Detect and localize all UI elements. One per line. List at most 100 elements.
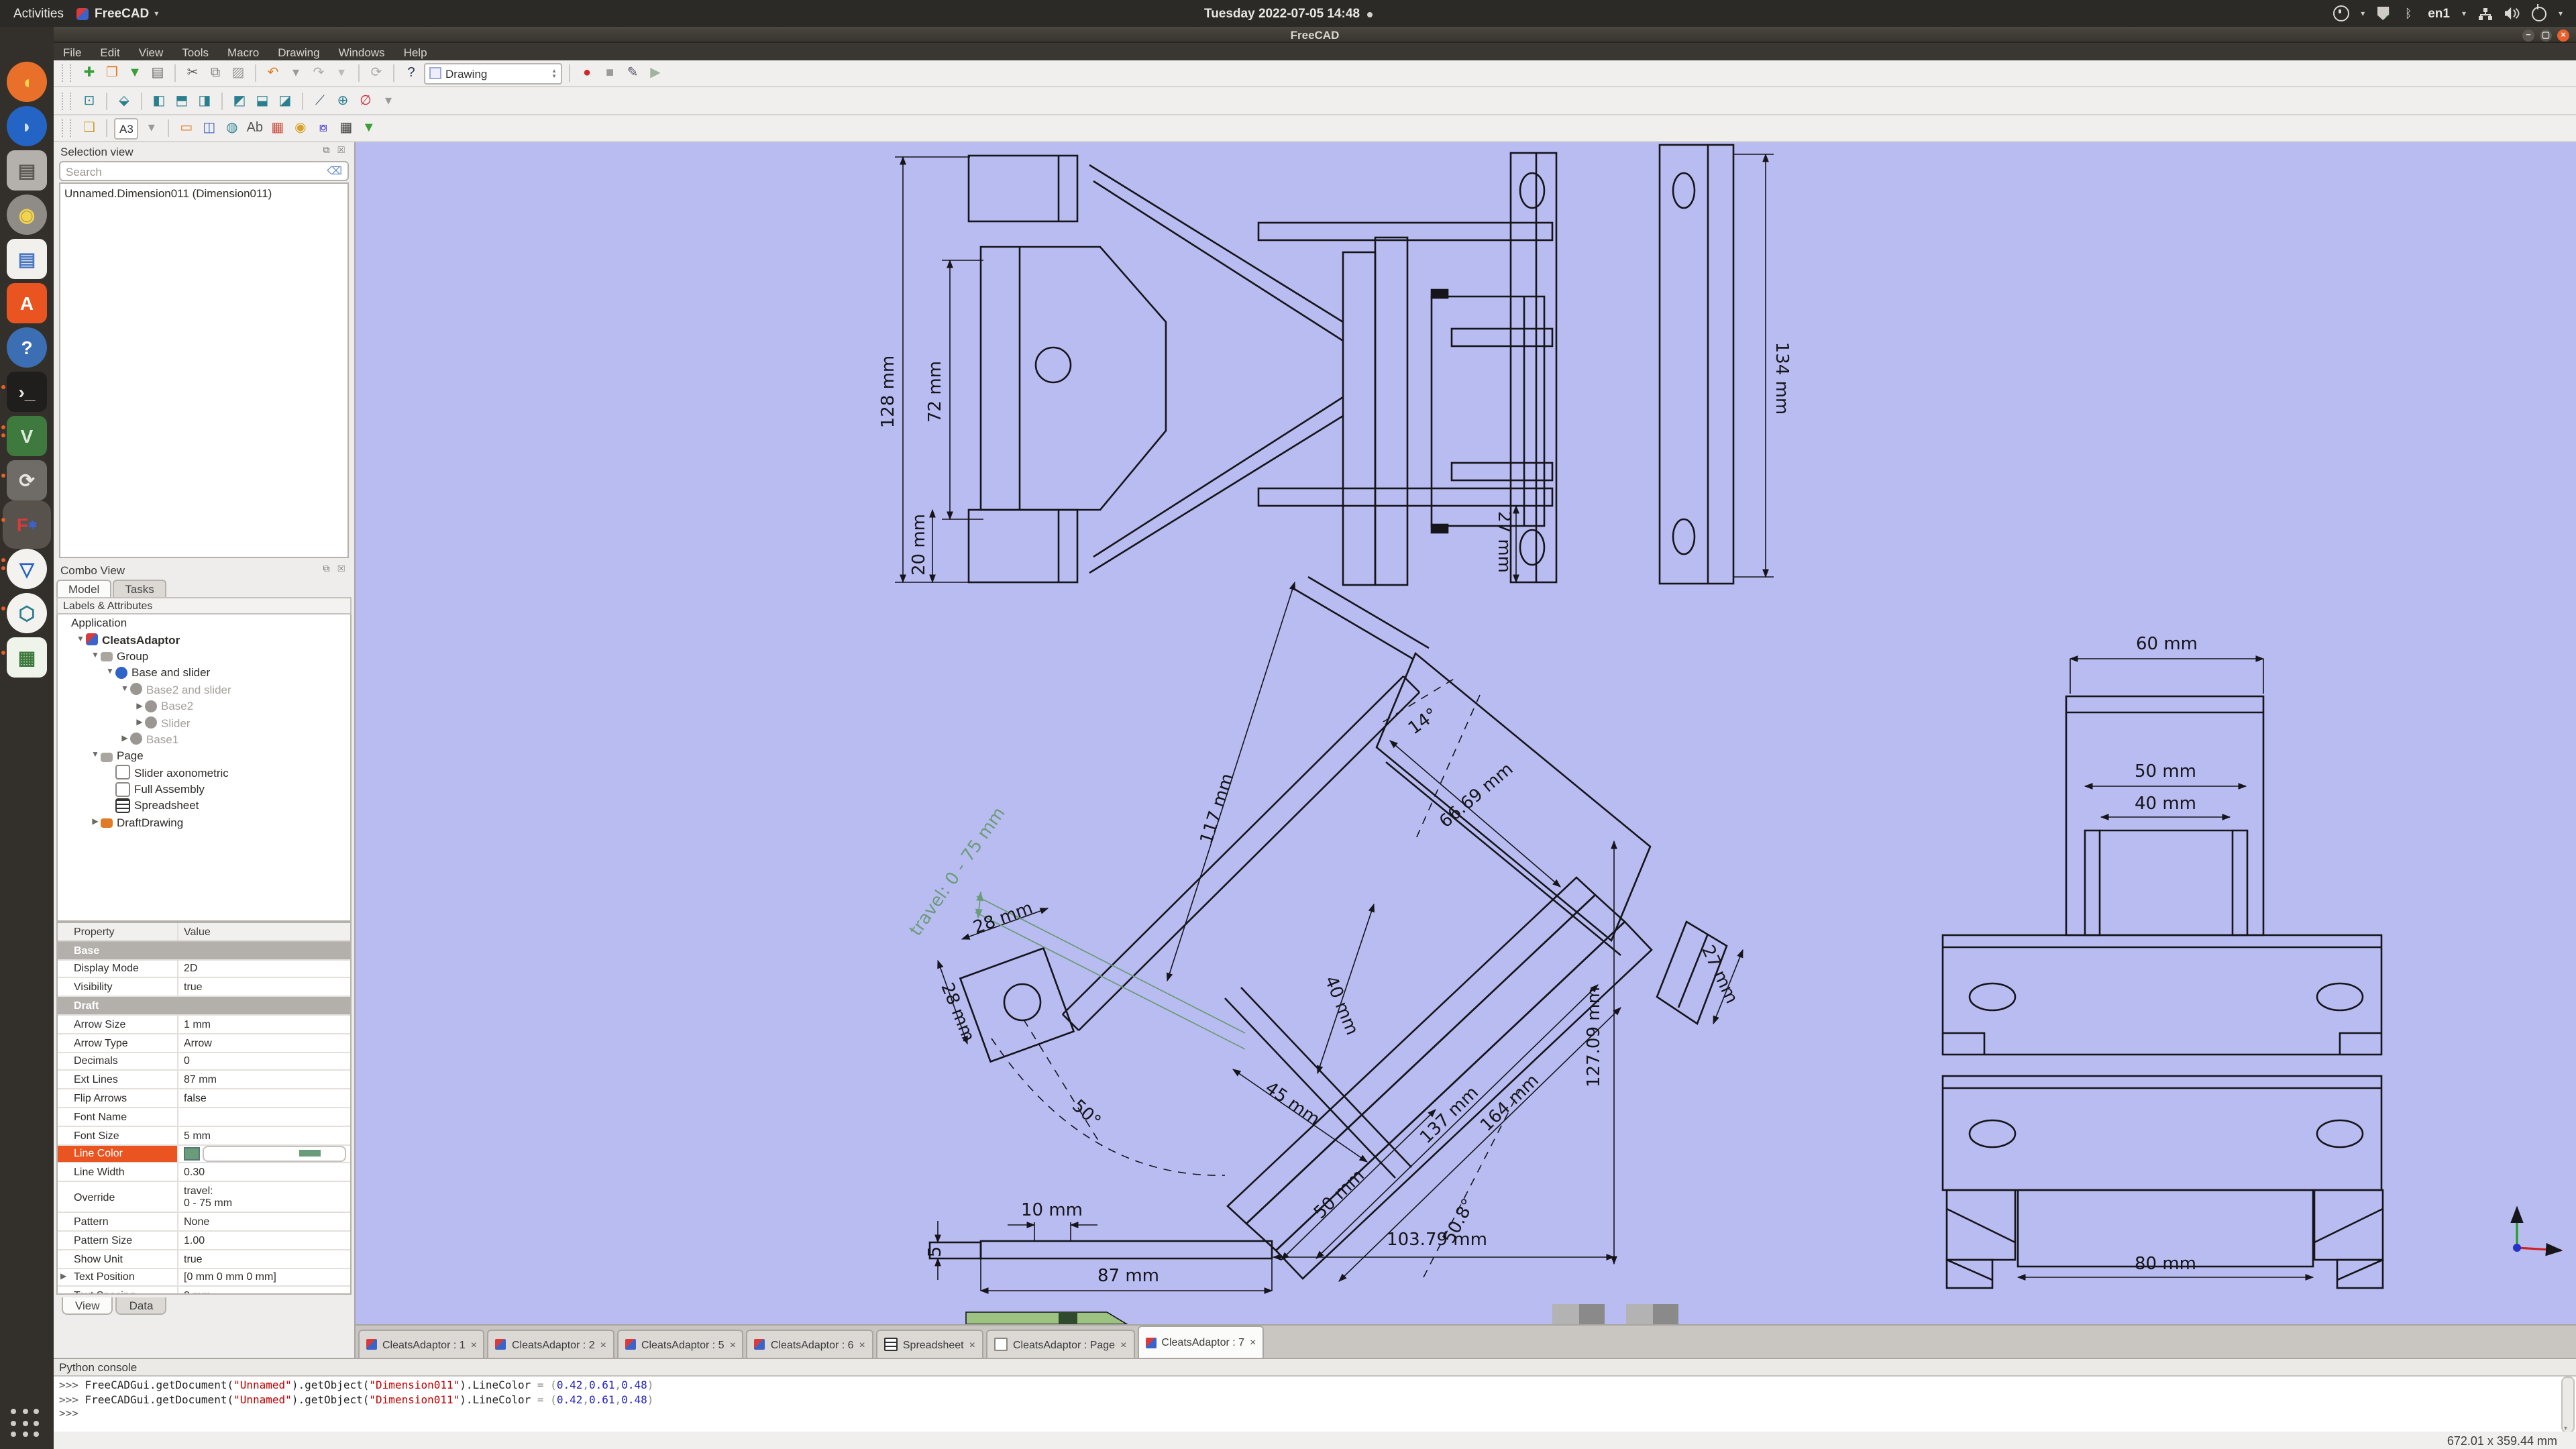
new-page-icon[interactable]: ❏ [79, 118, 99, 138]
tab-view[interactable]: View [62, 1297, 113, 1315]
doc-tab-cleatsadaptor-5[interactable]: CleatsAdaptor : 5× [617, 1330, 744, 1358]
paste-icon[interactable]: ▨ [228, 63, 248, 83]
tree-item-spreadsheet[interactable]: Spreadsheet [58, 798, 350, 814]
print-icon[interactable]: ▤ [148, 63, 168, 83]
property-row-decimals[interactable]: Decimals0 [58, 1053, 350, 1071]
dimension-label[interactable]: 134 mm [1772, 342, 1792, 415]
network-icon[interactable] [2478, 6, 2493, 21]
property-row-override[interactable]: Overridetravel: 0 - 75 mm [58, 1182, 350, 1213]
property-row-line-color[interactable]: Line Color [58, 1145, 350, 1164]
property-row-visibility[interactable]: Visibilitytrue [58, 979, 350, 998]
dimension-label[interactable]: 27 mm [1494, 511, 1514, 573]
property-row-text-position[interactable]: ▶Text Position[0 mm 0 mm 0 mm] [58, 1269, 350, 1287]
dimension-label[interactable]: 40 mm [2135, 794, 2196, 814]
menu-windows[interactable]: Windows [329, 45, 394, 58]
close-tab-icon[interactable]: × [730, 1338, 736, 1350]
drawing-viewport[interactable]: 128 mm72 mm20 mm27 mm134 mm60 mm50 mm40 … [356, 142, 2576, 1324]
expander-icon[interactable]: ▼ [90, 652, 101, 660]
dock-item-updater[interactable]: ⟳ [7, 460, 47, 500]
fit-all-icon[interactable]: ⊡ [79, 91, 99, 111]
close-panel-icon[interactable]: ☒ [337, 146, 347, 155]
volume-icon[interactable] [2505, 6, 2520, 21]
dock-item-toolbox[interactable]: A [7, 283, 47, 323]
search-input[interactable]: Search ⌫ [59, 161, 349, 181]
shield-icon[interactable]: ✓ [2377, 7, 2389, 20]
dimension-label[interactable]: 80 mm [2135, 1254, 2196, 1274]
close-tab-icon[interactable]: × [969, 1338, 975, 1350]
export-page-icon[interactable]: ▼ [359, 118, 379, 138]
measure-icon[interactable]: ⟋ [310, 91, 330, 111]
tree-item-cleatsadaptor[interactable]: ▼CleatsAdaptor [58, 631, 350, 648]
property-row-arrow-type[interactable]: Arrow TypeArrow [58, 1034, 350, 1053]
combo-view-header[interactable]: Combo View ⧉ ☒ [54, 561, 354, 578]
tab-data[interactable]: Data [116, 1297, 167, 1315]
selection-view-header[interactable]: Selection view ⧉ ☒ [54, 142, 354, 160]
property-row-line-width[interactable]: Line Width0.30 [58, 1164, 350, 1183]
redo-icon[interactable]: ↷ [309, 63, 329, 83]
bottom-view-icon[interactable]: ⬓ [252, 91, 272, 111]
workbench-selector[interactable]: Drawing▲▼ [424, 62, 562, 84]
dock-item-terminal[interactable]: ›_ [7, 372, 47, 412]
activities-button[interactable]: Activities [13, 6, 64, 21]
axonometric-view-icon[interactable]: ⬙ [114, 91, 134, 111]
symbol-icon[interactable]: ◉ [290, 118, 311, 138]
dimension-label[interactable]: 50 mm [1310, 1165, 1368, 1222]
expander-icon[interactable]: ▶ [60, 1273, 66, 1282]
close-panel-icon[interactable]: ☒ [337, 564, 347, 574]
dock-item-media-player[interactable]: ◉ [7, 195, 47, 235]
macro-stop-icon[interactable]: ■ [600, 63, 620, 83]
doc-tab-cleatsadaptor-7[interactable]: CleatsAdaptor : 7× [1137, 1326, 1264, 1358]
save-icon[interactable]: ▼ [125, 63, 145, 83]
maximize-button[interactable]: ▢ [2540, 29, 2552, 41]
doc-tab-cleatsadaptor-2[interactable]: CleatsAdaptor : 2× [488, 1330, 614, 1358]
dock-item-spreadsheet-app[interactable]: ▦ [7, 637, 47, 678]
tree-item-base2-and-slider[interactable]: ▼Base2 and slider [58, 681, 350, 698]
dimension-label[interactable]: 103.79 mm [1387, 1230, 1487, 1250]
tree-item-base2[interactable]: ▶Base2 [58, 698, 350, 714]
doc-tab-cleatsadaptor-6[interactable]: CleatsAdaptor : 6× [747, 1330, 873, 1358]
tree-item-group[interactable]: ▼Group [58, 648, 350, 665]
dimension-label[interactable]: 87 mm [1097, 1266, 1159, 1286]
menu-file[interactable]: File [54, 45, 91, 58]
dock-item-pcb-app[interactable]: ⬡ [7, 593, 47, 633]
annotation-icon[interactable]: Ab [245, 118, 265, 138]
expander-icon[interactable]: ▼ [119, 686, 130, 694]
minimize-button[interactable]: − [2522, 29, 2534, 41]
dock-item-vim[interactable]: V [7, 416, 47, 456]
tab-tasks[interactable]: Tasks [113, 580, 166, 597]
float-panel-icon[interactable]: ⧉ [323, 146, 333, 155]
clip-plane-icon[interactable]: ∅ [356, 91, 376, 111]
draft-view-icon[interactable]: ⧇ [313, 118, 333, 138]
menu-view[interactable]: View [129, 45, 173, 58]
rear-view-icon[interactable]: ◩ [229, 91, 250, 111]
selection-list[interactable]: Unnamed.Dimension011 (Dimension011) [59, 182, 349, 558]
dock-item-firefox[interactable]: ◖ [7, 62, 47, 102]
clear-search-icon[interactable]: ⌫ [327, 165, 342, 177]
dock-item-help[interactable]: ? [7, 327, 47, 368]
dimension-label[interactable]: 27 mm [1697, 943, 1741, 1007]
tree-item-slider[interactable]: ▶Slider [58, 714, 350, 731]
macro-edit-icon[interactable]: ✎ [623, 63, 643, 83]
dimension-label[interactable]: 66.69 mm [1436, 759, 1517, 833]
window-title-bar[interactable]: FreeCAD − ▢ × [54, 27, 2576, 43]
dimension-label[interactable]: 60 mm [2136, 634, 2198, 654]
property-row-text-spacing[interactable]: Text Spacing3 mm [58, 1287, 350, 1295]
bluetooth-icon[interactable]: ᛒ [2401, 6, 2416, 21]
doc-tab-cleatsadaptor-1[interactable]: CleatsAdaptor : 1× [358, 1330, 485, 1358]
right-view-icon[interactable]: ◨ [195, 91, 215, 111]
spreadsheet-view-icon[interactable]: ▦ [336, 118, 356, 138]
clip-caret-icon[interactable]: ▾ [378, 91, 398, 111]
keyboard-layout[interactable]: en1 [2428, 6, 2450, 21]
tab-model[interactable]: Model [56, 580, 111, 597]
web-view-icon[interactable]: ◍ [222, 118, 242, 138]
property-row-show-unit[interactable]: Show Unittrue [58, 1250, 350, 1269]
close-tab-icon[interactable]: × [1120, 1338, 1126, 1350]
menu-tools[interactable]: Tools [172, 45, 218, 58]
menu-drawing[interactable]: Drawing [268, 45, 329, 58]
dimension-label[interactable]: 164 mm [1477, 1071, 1543, 1136]
dock-item-thunderbird[interactable]: ◗ [7, 106, 47, 146]
property-row-arrow-size[interactable]: Arrow Size1 mm [58, 1016, 350, 1034]
doc-tab-spreadsheet[interactable]: Spreadsheet× [876, 1330, 983, 1358]
menu-edit[interactable]: Edit [91, 45, 129, 58]
clip-group-icon[interactable]: ◫ [199, 118, 219, 138]
